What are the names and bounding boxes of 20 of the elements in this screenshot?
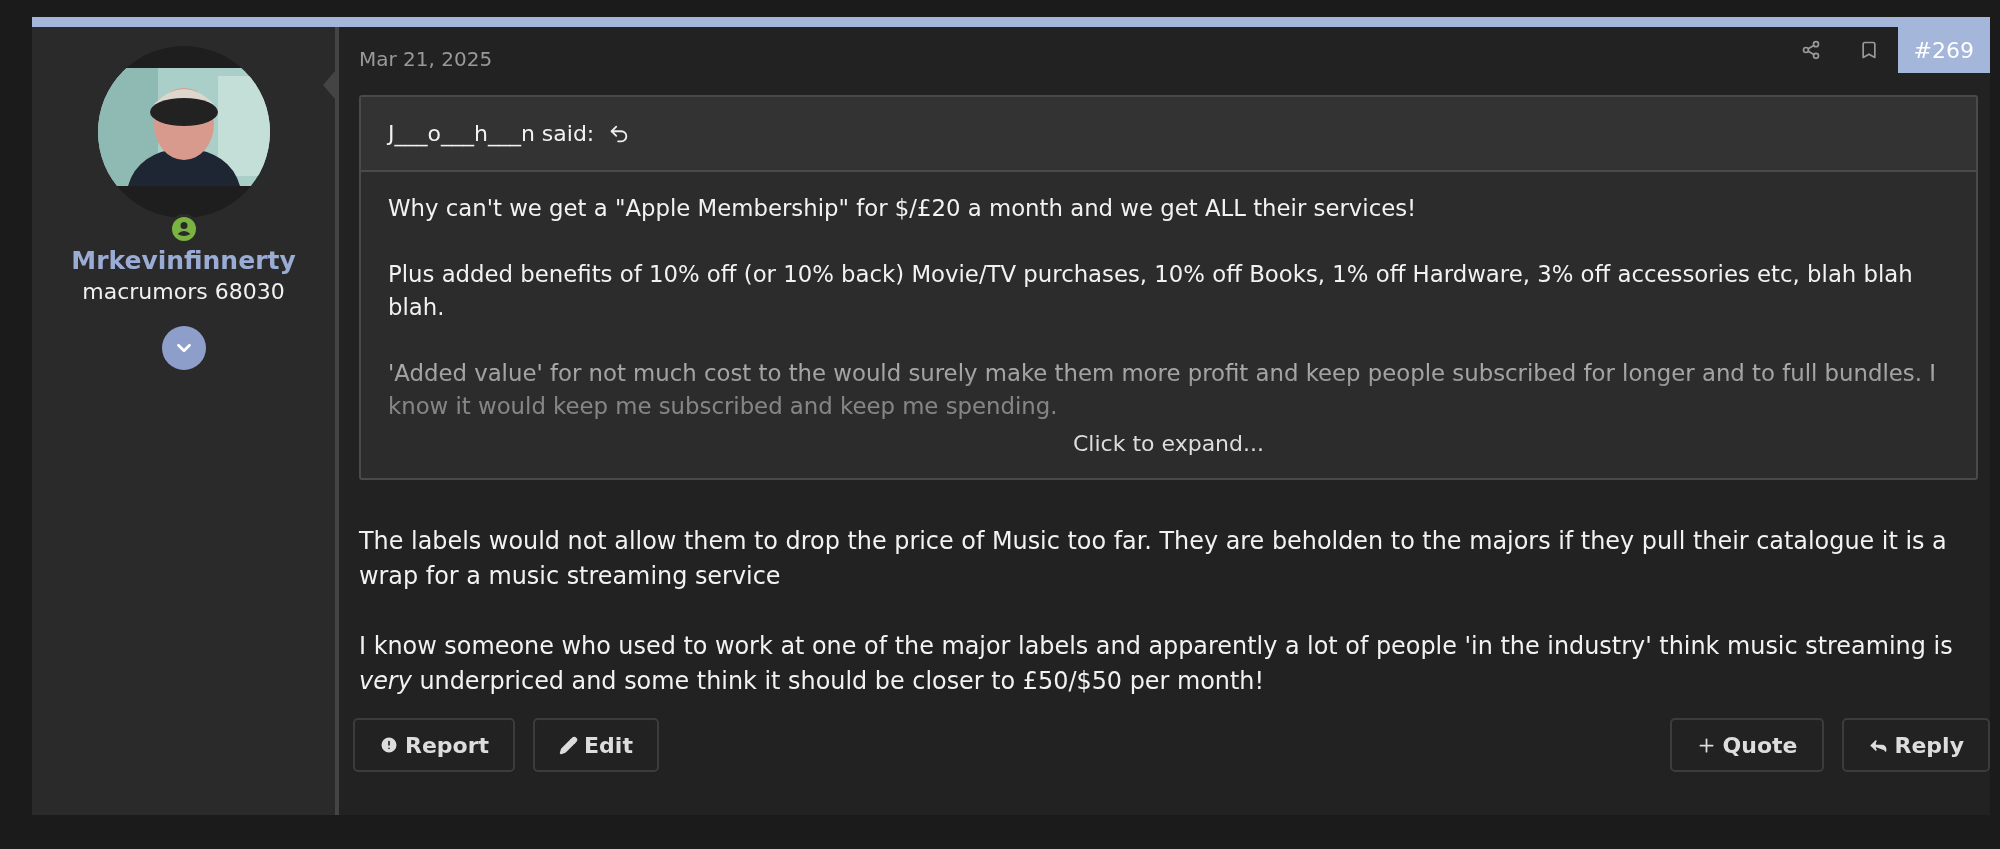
reply-button[interactable]: Reply	[1841, 718, 1990, 772]
user-title: macrumors 68030	[82, 279, 285, 304]
expand-button[interactable]	[161, 326, 206, 370]
alert-icon	[379, 735, 399, 755]
quote-paragraph: Why can't we get a "Apple Membership" for $/£20 a month and we get ALL their services!	[388, 194, 1418, 223]
quote-attribution: J___o___h___n said:	[388, 121, 595, 146]
pencil-icon	[559, 735, 579, 755]
user-icon	[171, 217, 196, 241]
report-button[interactable]: Report	[353, 718, 516, 772]
post-date[interactable]: Mar 21, 2025	[359, 47, 493, 71]
quote-button[interactable]: Quote	[1669, 718, 1824, 772]
edit-button[interactable]: Edit	[533, 718, 659, 772]
share-icon	[1800, 40, 1821, 60]
post-paragraph: I know someone who used to work at one of the major labels and apparently a lot of people 'in the industry' think music streaming is very underpriced and some think it should be closer to £50/$50 per month!	[359, 631, 1954, 697]
callout-arrow	[323, 71, 335, 99]
quote-paragraph: Plus added benefits of 10% off (or 10% back) Movie/TV purchases, 10% off Books, 1% off Hardware, 3% off accessories etc, blah blah blah.	[388, 260, 1914, 322]
username[interactable]: Mrkevinfinnerty	[71, 246, 296, 275]
quote-paragraph: 'Added value' for not much cost to the would surely make them more profit and keep people subscribed for longer and to full bundles. I know it would keep me subscribed and keep me spending.	[388, 359, 1937, 421]
expand-link[interactable]: Click to expand...	[361, 423, 1976, 478]
post-paragraph: The labels would not allow them to drop the price of Music too far. They are beholden to the majors if they pull their catalogue it is a wrap for a music streaming service	[359, 526, 1948, 592]
